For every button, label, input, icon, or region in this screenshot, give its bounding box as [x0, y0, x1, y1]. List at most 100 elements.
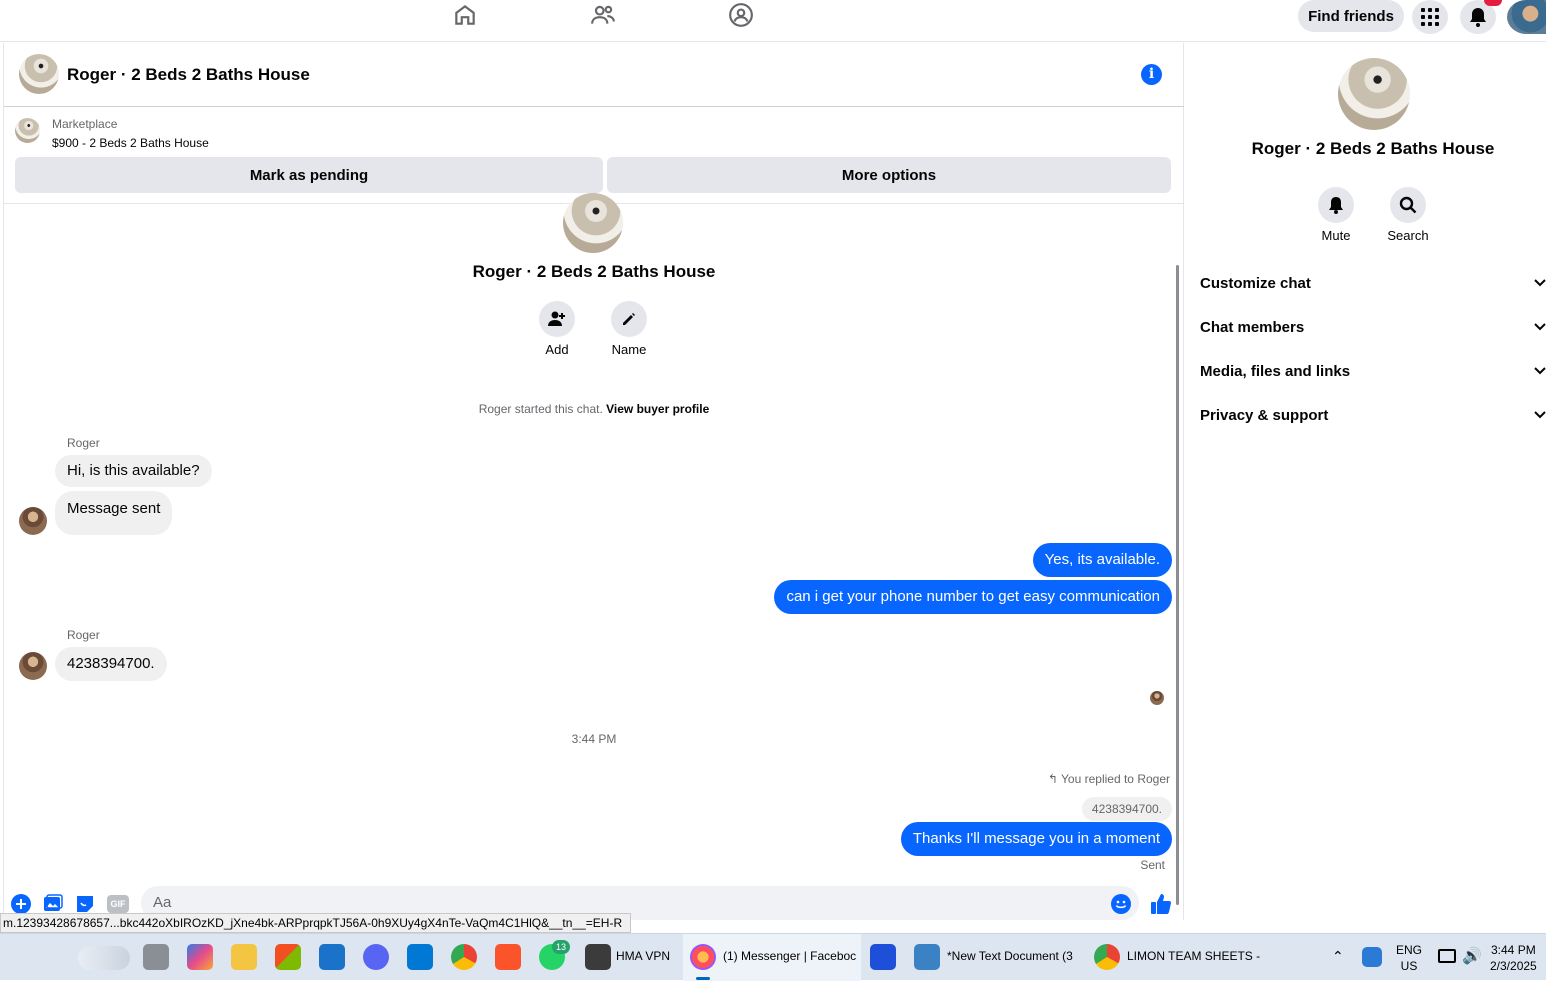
- menu-grid-icon[interactable]: [1412, 0, 1448, 34]
- home-icon[interactable]: [452, 2, 478, 28]
- chrome-icon[interactable]: [1094, 944, 1120, 970]
- edit-name-button[interactable]: [611, 301, 647, 337]
- conversation-panel: Roger · 2 Beds 2 Baths House i Marketpla…: [3, 43, 1184, 920]
- customize-chat-row[interactable]: Customize chat: [1200, 261, 1546, 305]
- hma-vpn-icon[interactable]: [585, 944, 611, 970]
- add-person-button[interactable]: [539, 301, 575, 337]
- outgoing-message[interactable]: Yes, its available.: [1032, 543, 1172, 577]
- chevron-down-icon: [1534, 323, 1546, 331]
- quoted-message[interactable]: 4238394700.: [1081, 797, 1172, 821]
- reply-indicator: ↰ You replied to Roger: [1048, 772, 1170, 786]
- marketplace-label: Marketplace: [52, 117, 118, 131]
- region-code: US: [1400, 959, 1418, 973]
- chat-details-sidebar: Roger · 2 Beds 2 Baths House Mute Search…: [1184, 43, 1546, 920]
- message-sender: Roger: [67, 436, 100, 450]
- search-button[interactable]: [1390, 187, 1426, 223]
- chrome-window-label[interactable]: LIMON TEAM SHEETS -: [1127, 949, 1260, 963]
- row-label: Privacy & support: [1200, 406, 1329, 424]
- file-explorer-icon[interactable]: [231, 944, 257, 970]
- find-friends-button[interactable]: Find friends: [1298, 0, 1404, 32]
- language-indicator[interactable]: ENG US: [1396, 942, 1422, 974]
- search-label: Search: [1387, 228, 1429, 243]
- clock-time: 3:44 PM: [1491, 943, 1536, 957]
- info-icon[interactable]: i: [1141, 64, 1162, 85]
- incoming-message[interactable]: Hi, is this available?: [55, 455, 212, 487]
- chevron-up-icon[interactable]: ⌃: [1332, 948, 1344, 965]
- started-text: Roger started this chat.: [478, 402, 607, 416]
- reply-arrow-icon: ↰: [1047, 772, 1062, 786]
- privacy-support-row[interactable]: Privacy & support: [1200, 393, 1546, 437]
- hma-vpn-label[interactable]: HMA VPN: [616, 949, 670, 963]
- message-sender: Roger: [67, 628, 100, 642]
- task-view-icon[interactable]: [143, 944, 169, 970]
- sticker-icon[interactable]: [74, 893, 96, 915]
- messenger-window-label[interactable]: (1) Messenger | Faceboc: [723, 949, 856, 963]
- friends-icon[interactable]: [590, 2, 616, 28]
- chevron-down-icon: [1534, 279, 1546, 287]
- vscode-icon[interactable]: [407, 944, 433, 970]
- app-icon[interactable]: [319, 944, 345, 970]
- mute-label: Mute: [1321, 228, 1351, 243]
- volume-icon[interactable]: 🔊: [1462, 946, 1482, 966]
- sent-status: Sent: [1140, 858, 1165, 872]
- app-icon[interactable]: [870, 944, 896, 970]
- top-navigation-bar: Find friends: [0, 0, 1546, 42]
- listing-thumbnail[interactable]: [15, 118, 40, 143]
- chat-started-note: Roger started this chat. View buyer prof…: [4, 402, 1184, 416]
- row-label: Chat members: [1200, 318, 1305, 336]
- like-thumb-icon[interactable]: [1150, 893, 1172, 915]
- mute-button[interactable]: [1318, 187, 1354, 223]
- outgoing-message[interactable]: Thanks I'll message you in a moment: [900, 822, 1172, 856]
- replied-to-text: You replied to Roger: [1061, 772, 1170, 786]
- name-label: Name: [611, 342, 647, 357]
- groups-icon[interactable]: [728, 2, 754, 28]
- chevron-down-icon: [1534, 411, 1546, 419]
- system-clock[interactable]: 3:44 PM 2/3/2025: [1490, 942, 1537, 974]
- microsoft-store-icon[interactable]: [275, 944, 301, 970]
- media-files-links-row[interactable]: Media, files and links: [1200, 349, 1546, 393]
- plus-circle-icon[interactable]: [10, 893, 32, 915]
- incoming-message[interactable]: 4238394700.: [55, 647, 167, 681]
- network-icon[interactable]: [1438, 949, 1456, 963]
- seen-indicator-avatar: [1150, 691, 1164, 705]
- chrome-icon[interactable]: [451, 944, 477, 970]
- sender-avatar[interactable]: [19, 652, 47, 680]
- messages-scrollbar[interactable]: [1176, 265, 1179, 905]
- lang-code: ENG: [1396, 943, 1423, 957]
- listing-title[interactable]: $900 - 2 Beds 2 Baths House: [52, 136, 209, 150]
- notepad-window-label[interactable]: *New Text Document (3: [947, 949, 1073, 963]
- mark-as-pending-button[interactable]: Mark as pending: [15, 157, 603, 193]
- sidebar-avatar[interactable]: [1338, 58, 1410, 130]
- account-avatar[interactable]: [1507, 0, 1546, 34]
- incoming-message[interactable]: Message sent: [55, 491, 173, 535]
- widgets-icon[interactable]: [78, 946, 130, 970]
- conversation-title[interactable]: Roger · 2 Beds 2 Baths House: [67, 65, 310, 85]
- conversation-header: Roger · 2 Beds 2 Baths House i: [4, 43, 1184, 107]
- notepad-icon[interactable]: [914, 944, 940, 970]
- conversation-avatar[interactable]: [19, 54, 59, 94]
- defender-shield-icon[interactable]: [1362, 947, 1382, 967]
- emoji-icon[interactable]: [1110, 893, 1132, 915]
- gif-label: GIF: [107, 895, 129, 913]
- windows-taskbar: 13 HMA VPN (1) Messenger | Faceboc *New …: [0, 933, 1546, 981]
- discord-icon[interactable]: [363, 944, 389, 970]
- row-label: Customize chat: [1200, 274, 1311, 292]
- more-options-button[interactable]: More options: [607, 157, 1171, 193]
- message-timestamp: 3:44 PM: [571, 732, 617, 746]
- intro-avatar: [563, 193, 623, 253]
- copilot-icon[interactable]: [187, 944, 213, 970]
- add-label: Add: [545, 342, 569, 357]
- firefox-icon[interactable]: [690, 944, 716, 970]
- brave-icon[interactable]: [495, 944, 521, 970]
- row-label: Media, files and links: [1200, 362, 1351, 380]
- chat-members-row[interactable]: Chat members: [1200, 305, 1546, 349]
- photo-icon[interactable]: [42, 893, 64, 915]
- intro-name: Roger · 2 Beds 2 Baths House: [472, 262, 716, 281]
- view-buyer-profile-link[interactable]: View buyer profile: [606, 402, 709, 416]
- gif-icon[interactable]: GIF: [106, 893, 130, 915]
- outgoing-message[interactable]: can i get your phone number to get easy …: [774, 580, 1172, 614]
- chevron-down-icon: [1534, 367, 1546, 375]
- clock-date: 2/3/2025: [1490, 959, 1537, 973]
- sender-avatar[interactable]: [19, 507, 47, 535]
- notification-badge: [1484, 0, 1502, 6]
